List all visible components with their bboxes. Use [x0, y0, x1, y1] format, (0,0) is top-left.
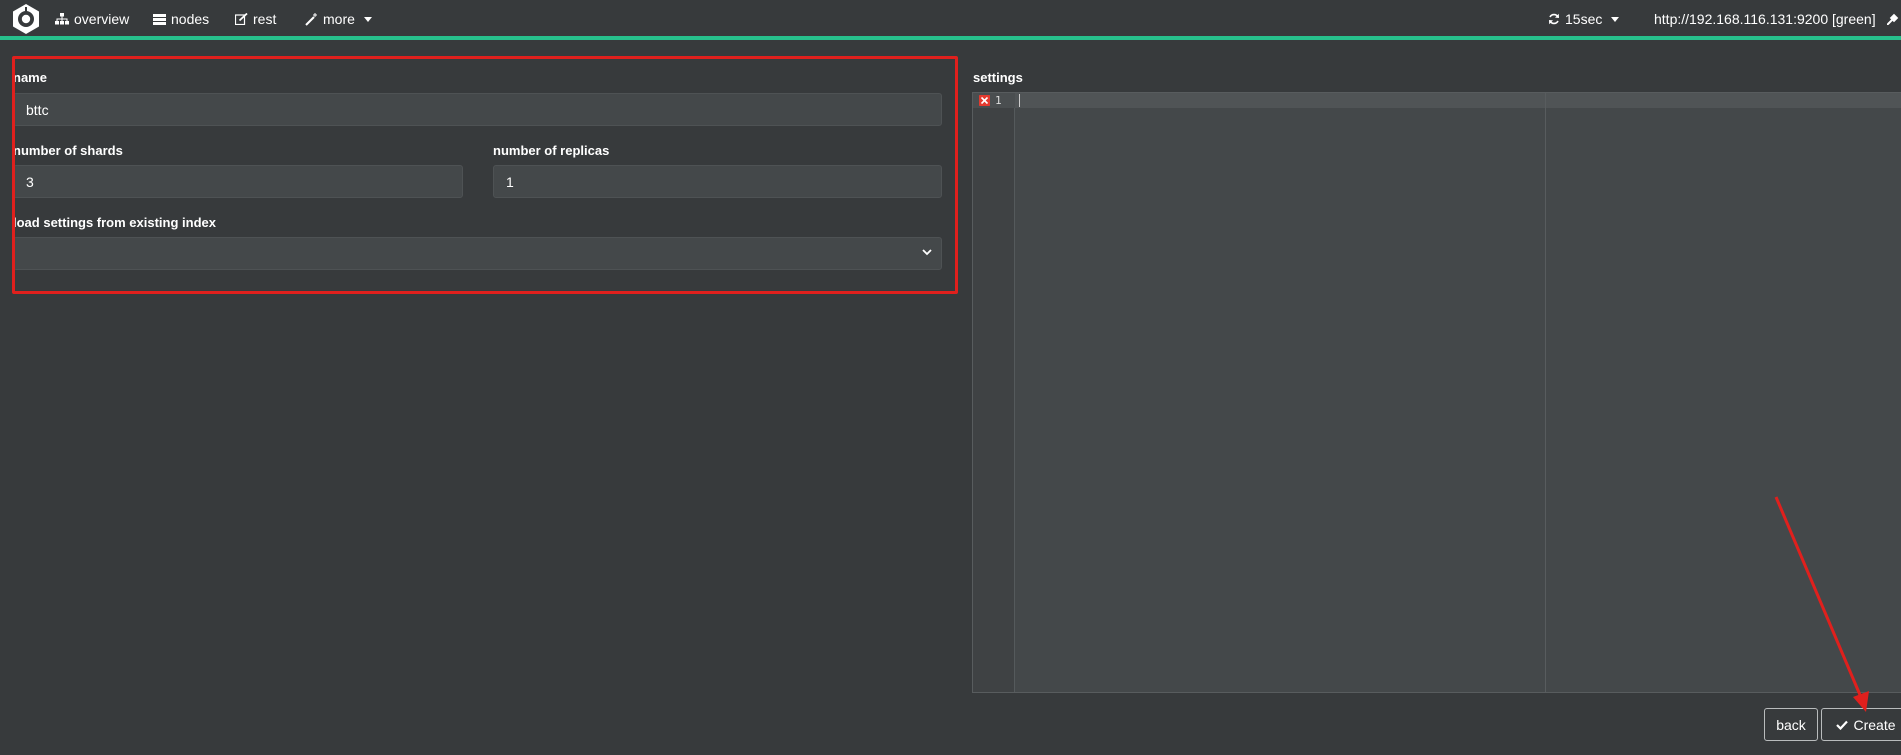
back-button[interactable]: back	[1764, 708, 1818, 741]
nav-overview-label: overview	[74, 11, 130, 27]
refresh-interval-dropdown[interactable]: 15sec	[1548, 11, 1620, 27]
chevron-down-icon	[922, 249, 932, 256]
load-settings-label: load settings from existing index	[13, 215, 216, 230]
nav-rest-label: rest	[253, 11, 277, 27]
text-cursor	[1019, 94, 1020, 107]
cerebro-logo-icon[interactable]	[10, 3, 42, 35]
name-label: name	[13, 70, 47, 85]
shards-value: 3	[26, 173, 34, 190]
chevron-down-icon	[1611, 16, 1620, 22]
index-name-input[interactable]: bttc	[13, 93, 942, 126]
load-settings-select[interactable]	[13, 237, 942, 270]
nav-overview[interactable]: overview	[55, 11, 129, 27]
cluster-url[interactable]: http://192.168.116.131:9200 [green]	[1654, 11, 1876, 27]
line-number: 1	[995, 94, 1002, 107]
sitemap-icon	[55, 13, 69, 25]
back-button-label: back	[1776, 716, 1806, 733]
shards-label: number of shards	[13, 143, 123, 158]
refresh-interval-label: 15sec	[1565, 11, 1603, 27]
cluster-url-label: http://192.168.116.131:9200 [green]	[1654, 11, 1876, 27]
magic-wand-icon	[305, 12, 317, 26]
nav-nodes[interactable]: nodes	[153, 11, 209, 27]
nav-more-dropdown[interactable]: more	[305, 11, 372, 27]
settings-label: settings	[973, 70, 1023, 85]
refresh-icon	[1549, 13, 1559, 25]
error-icon	[979, 95, 990, 106]
nav-rest[interactable]: rest	[235, 11, 276, 27]
nav-nodes-label: nodes	[171, 11, 210, 27]
plug-icon	[1887, 13, 1899, 25]
edit-icon	[235, 13, 248, 25]
shards-input[interactable]: 3	[13, 165, 463, 198]
replicas-input[interactable]: 1	[493, 165, 942, 198]
nav-more-label: more	[323, 11, 355, 27]
index-name-value: bttc	[26, 101, 49, 118]
settings-json-editor[interactable]: 1	[972, 92, 1901, 693]
disconnect-button[interactable]	[1887, 11, 1901, 25]
navbar: overview nodes rest more 15sec http://19…	[0, 0, 1901, 40]
replicas-value: 1	[506, 173, 514, 190]
create-button[interactable]: Create	[1821, 708, 1901, 741]
editor-active-line	[973, 93, 1901, 108]
check-icon	[1836, 720, 1849, 730]
server-icon	[153, 13, 166, 25]
chevron-down-icon	[363, 16, 372, 22]
create-button-label: Create	[1853, 716, 1896, 733]
editor-gutter: 1	[973, 93, 1015, 692]
replicas-label: number of replicas	[493, 143, 610, 158]
print-margin-line	[1545, 93, 1546, 692]
